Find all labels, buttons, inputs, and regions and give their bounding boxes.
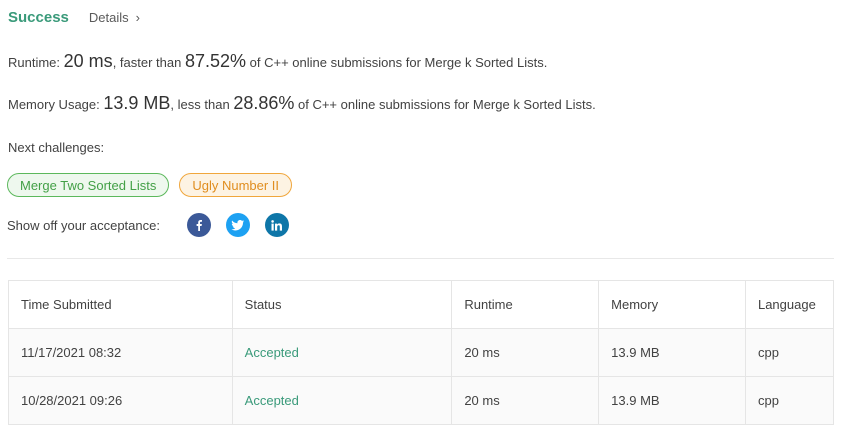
chevron-right-icon[interactable]: › [136, 10, 140, 25]
cell-status-accepted-link[interactable]: Accepted [231, 376, 453, 425]
share-label: Show off your acceptance: [7, 217, 160, 233]
details-label[interactable]: Details [89, 10, 129, 25]
linkedin-icon[interactable] [264, 213, 289, 237]
memory-comparison: , less than [170, 97, 230, 112]
column-header-memory[interactable]: Memory [598, 280, 746, 329]
cell-time-submitted: 11/17/2021 08:32 [8, 328, 233, 377]
column-header-runtime[interactable]: Runtime [451, 280, 600, 329]
result-header: Success Details › [8, 9, 140, 26]
table-row: 11/17/2021 08:32 Accepted 20 ms 13.9 MB … [8, 328, 835, 377]
column-header-time-submitted[interactable]: Time Submitted [8, 280, 233, 329]
memory-value: 13.9 MB [103, 93, 171, 113]
facebook-icon[interactable] [186, 213, 211, 237]
runtime-percent: 87.52% [184, 51, 247, 71]
cell-runtime: 20 ms [451, 376, 600, 425]
memory-suffix: of C++ online submissions for Merge k So… [298, 97, 596, 112]
details-link[interactable]: Details › [89, 10, 140, 25]
runtime-comparison: , faster than [112, 55, 182, 70]
table-row: 10/28/2021 09:26 Accepted 20 ms 13.9 MB … [8, 376, 835, 425]
memory-label: Memory Usage: [8, 97, 100, 112]
cell-memory: 13.9 MB [598, 376, 746, 425]
runtime-label: Runtime: [8, 55, 61, 70]
submissions-table: Time Submitted Status Runtime Memory Lan… [8, 280, 835, 425]
cell-status-accepted-link[interactable]: Accepted [231, 328, 453, 377]
challenge-chip-merge-two-sorted-lists[interactable]: Merge Two Sorted Lists [7, 173, 170, 197]
memory-percent: 28.86% [233, 93, 295, 113]
status-success-label: Success [8, 9, 69, 26]
section-divider [7, 258, 834, 259]
column-header-status[interactable]: Status [231, 280, 453, 329]
next-challenges-list: Merge Two Sorted Lists Ugly Number II [7, 173, 293, 197]
cell-memory: 13.9 MB [598, 328, 746, 377]
challenge-chip-ugly-number-ii[interactable]: Ugly Number II [179, 173, 293, 197]
cell-language: cpp [744, 328, 835, 377]
twitter-icon[interactable] [225, 213, 250, 237]
runtime-value: 20 ms [63, 51, 113, 71]
share-row: Show off your acceptance: [7, 213, 289, 237]
memory-summary: Memory Usage: 13.9 MB, less than 28.86% … [8, 93, 596, 114]
cell-time-submitted: 10/28/2021 09:26 [8, 376, 233, 425]
column-header-language[interactable]: Language [744, 280, 835, 329]
runtime-suffix: of C++ online submissions for Merge k So… [249, 55, 548, 70]
table-header-row: Time Submitted Status Runtime Memory Lan… [8, 280, 835, 329]
next-challenges-label: Next challenges: [8, 140, 105, 155]
cell-language: cpp [744, 376, 835, 425]
cell-runtime: 20 ms [451, 328, 600, 377]
runtime-summary: Runtime: 20 ms, faster than 87.52% of C+… [8, 51, 547, 72]
